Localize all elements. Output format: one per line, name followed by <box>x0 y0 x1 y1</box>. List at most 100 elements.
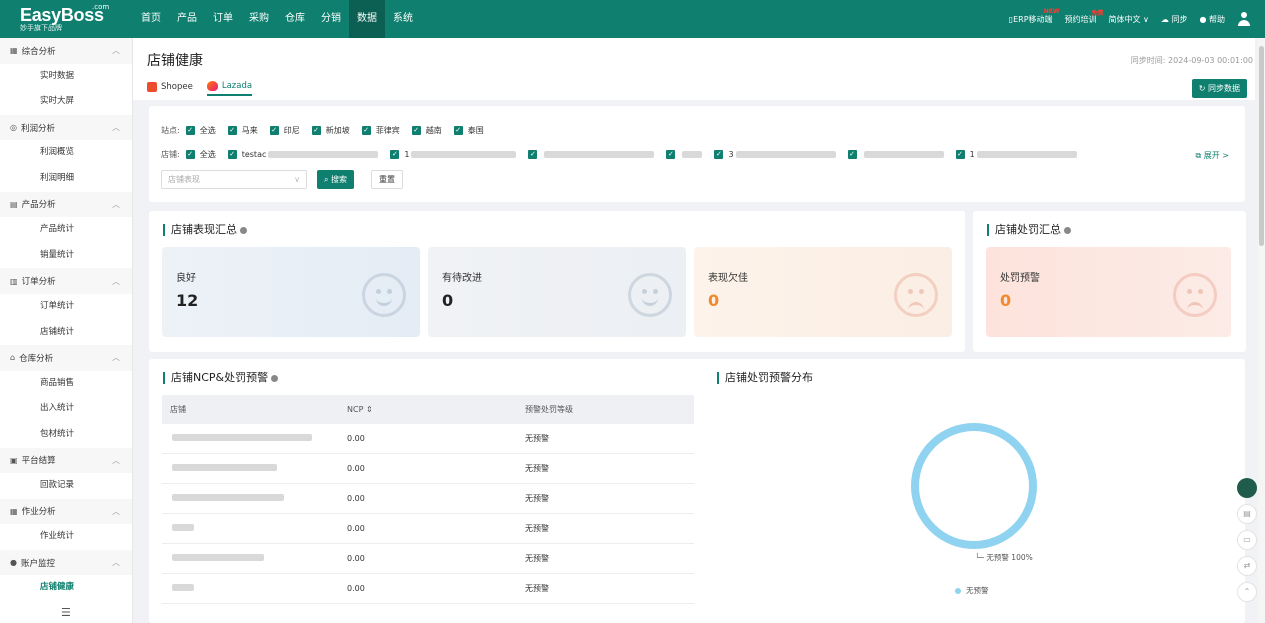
help-icon[interactable] <box>271 374 279 382</box>
sync-link[interactable]: ☁ 同步 <box>1161 14 1188 25</box>
cloud-icon: ☁ <box>1160 14 1169 24</box>
table-row[interactable]: 0.00 无预警 <box>162 514 694 544</box>
table-row[interactable]: 0.00 无预警 <box>162 574 694 604</box>
sync-data-button[interactable]: ↻ 同步数据 <box>1191 79 1247 98</box>
shop-checkbox[interactable]: ✓ 1 <box>955 150 1077 159</box>
sidebar-group-account[interactable]: ● 账户监控 ︿ <box>0 549 132 576</box>
brand-logo[interactable]: EasyBoss .com 妙手旗下品牌 <box>0 0 133 38</box>
table-row[interactable]: 0.00 无预警 <box>162 454 694 484</box>
sidebar-group-profit[interactable]: ◎ 利润分析 ︿ <box>0 114 132 141</box>
user-icon[interactable] <box>1237 12 1251 26</box>
shop-checkbox[interactable]: ✓ <box>528 150 655 159</box>
shop-checkbox[interactable]: ✓ <box>847 150 944 159</box>
site-checkbox[interactable]: ✓ 全选 <box>185 125 216 136</box>
scrollbar-thumb[interactable] <box>1259 46 1264 246</box>
redacted-text <box>411 151 517 158</box>
donut-chart[interactable] <box>911 423 1037 549</box>
language-select[interactable]: 简体中文 ∨ <box>1109 14 1149 25</box>
table-row[interactable]: 0.00 无预警 <box>162 484 694 514</box>
ncp-card: 店铺NCP&处罚预警 店铺 NCP ⇕ 预警处罚等级 0.00 无预警 0.00 无… <box>149 359 1245 623</box>
stat-penalty-warning[interactable]: 处罚预警 0 <box>986 247 1231 337</box>
site-checkbox[interactable]: ✓ 菲律宾 <box>361 125 400 136</box>
sidebar-item-goods-sales[interactable]: 商品销售 <box>0 371 132 397</box>
stat-poor[interactable]: 表现欠佳 0 <box>694 247 952 337</box>
site-option: 马来 <box>241 126 258 135</box>
sidebar-item-operation-stats[interactable]: 作业统计 <box>0 524 132 550</box>
col-ncp-sortable[interactable]: NCP ⇕ <box>339 405 517 414</box>
sidebar-group-overview[interactable]: ▦ 综合分析 ︿ <box>0 38 132 64</box>
stat-needs-improvement[interactable]: 有待改进 0 <box>428 247 686 337</box>
site-checkbox[interactable]: ✓ 新加坡 <box>311 125 350 136</box>
sidebar-item-shop-health[interactable]: 店铺健康 <box>0 575 132 601</box>
tab-lazada[interactable]: Lazada <box>206 81 253 96</box>
help-icon[interactable] <box>240 226 247 234</box>
expand-link[interactable]: ⧉ 展开 > <box>1195 150 1229 161</box>
lazada-icon <box>206 81 218 91</box>
sidebar-item-realtime-data[interactable]: 实时数据 <box>0 64 132 90</box>
sidebar-item-packaging-stats[interactable]: 包材统计 <box>0 422 132 448</box>
filter-panel: 站点: ✓ 全选 ✓ 马来 ✓ 印尼 ✓ 新加坡 ✓ 菲律宾 ✓ 越南 ✓ 泰国 店铺: ✓ 全… <box>149 106 1245 202</box>
smile-face-icon <box>362 273 406 317</box>
table-row[interactable]: 0.00 无预警 <box>162 544 694 574</box>
message-icon[interactable]: ▭ <box>1237 530 1257 550</box>
sidebar-item-product-stats[interactable]: 产品统计 <box>0 217 132 243</box>
site-checkbox[interactable]: ✓ 泰国 <box>453 125 484 136</box>
scrollbar[interactable] <box>1258 38 1265 623</box>
user-monitor-icon: ● <box>10 558 17 568</box>
table-row[interactable]: 0.00 无预警 <box>162 424 694 454</box>
sidebar-group-warehouse[interactable]: ⌂ 仓库分析 ︿ <box>0 345 132 371</box>
shop-checkbox[interactable]: ✓ testac <box>227 150 379 159</box>
stat-good[interactable]: 良好 12 <box>162 247 420 337</box>
tab-shopee[interactable]: Shopee <box>147 81 193 96</box>
back-to-top-icon[interactable]: ⌃ <box>1237 582 1257 602</box>
nav-distribution[interactable]: 分销 <box>313 0 349 38</box>
site-checkbox[interactable]: ✓ 马来 <box>227 125 258 136</box>
reset-button[interactable]: 重置 <box>371 170 403 189</box>
sidebar-group-settlement[interactable]: ▣ 平台结算 ︿ <box>0 447 132 474</box>
cell-level: 无预警 <box>525 554 549 563</box>
shop-checkbox[interactable]: ✓ 3 <box>714 150 836 159</box>
document-icon[interactable]: ▤ <box>1237 504 1257 524</box>
sidebar: ▦ 综合分析 ︿ 实时数据 实时大屏 ◎ 利润分析 ︿ 利润概览 利润明细 ▤ 产品分析 ︿… <box>0 38 133 623</box>
assistant-avatar-icon[interactable] <box>1237 478 1257 498</box>
site-checkbox[interactable]: ✓ 印尼 <box>269 125 300 136</box>
nav-system[interactable]: 系统 <box>385 0 421 38</box>
shop-performance-select[interactable]: 店铺表现 ∨ <box>161 170 307 189</box>
check-icon: ✓ <box>185 126 195 135</box>
sidebar-item-shop-stats[interactable]: 店铺统计 <box>0 320 132 346</box>
share-icon[interactable]: ⇄ <box>1237 556 1257 576</box>
collapse-menu-icon[interactable]: ☰ <box>61 606 71 619</box>
sidebar-group-product[interactable]: ▤ 产品分析 ︿ <box>0 191 132 218</box>
sidebar-item-sales-stats[interactable]: 销量统计 <box>0 243 132 269</box>
cell-level: 无预警 <box>525 494 549 503</box>
sidebar-item-realtime-screen[interactable]: 实时大屏 <box>0 89 132 115</box>
cell-level: 无预警 <box>525 584 549 593</box>
shop-checkbox[interactable]: ✓ <box>666 150 703 159</box>
sidebar-group-label: 作业分析 <box>21 507 56 518</box>
nav-home[interactable]: 首页 <box>133 0 169 38</box>
shop-option: testac <box>241 150 267 159</box>
redacted-text <box>544 151 655 158</box>
chevron-up-icon: ︿ <box>112 123 120 133</box>
sidebar-item-inout-stats[interactable]: 出入统计 <box>0 396 132 422</box>
sidebar-item-payment-records[interactable]: 回款记录 <box>0 473 132 499</box>
nav-orders[interactable]: 订单 <box>205 0 241 38</box>
nav-products[interactable]: 产品 <box>169 0 205 38</box>
shop-checkbox[interactable]: ✓ 1 <box>390 150 517 159</box>
help-link[interactable]: ● 帮助 <box>1199 14 1225 25</box>
sidebar-item-order-stats[interactable]: 订单统计 <box>0 294 132 320</box>
sidebar-group-order[interactable]: ▥ 订单分析 ︿ <box>0 268 132 294</box>
shop-checkbox[interactable]: ✓ 全选 <box>185 149 216 160</box>
sidebar-item-profit-detail[interactable]: 利润明细 <box>0 166 132 192</box>
nav-warehouse[interactable]: 仓库 <box>277 0 313 38</box>
sidebar-item-profit-overview[interactable]: 利润概览 <box>0 140 132 166</box>
nav-purchase[interactable]: 采购 <box>241 0 277 38</box>
nav-data[interactable]: 数据 <box>349 0 385 38</box>
training-link[interactable]: 预约培训 免费 <box>1065 10 1104 25</box>
site-checkbox[interactable]: ✓ 越南 <box>411 125 442 136</box>
sidebar-group-operation[interactable]: ▦ 作业分析 ︿ <box>0 498 132 525</box>
help-icon[interactable] <box>1064 226 1071 234</box>
erp-mobile-link[interactable]: ▯ERP移动端 NEW <box>1009 8 1060 25</box>
search-button[interactable]: ⌕ 搜索 <box>317 170 355 189</box>
chart-legend[interactable]: 无预警 <box>955 585 989 596</box>
